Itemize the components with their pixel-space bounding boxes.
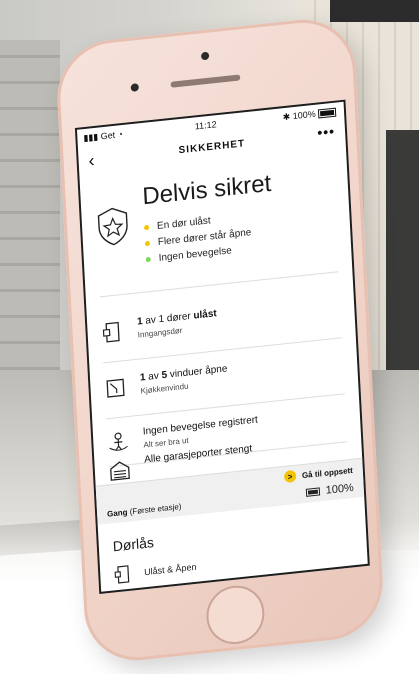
status-item-text: Ingen bevegelse registrert: [142, 414, 259, 438]
phone-screen: ▮▮▮ Get ◔ 11:12 ✱ 100% ‹ SIKKERHET ••• D…: [74, 99, 370, 595]
bluetooth-icon: ✱: [282, 111, 291, 123]
motion-icon: [109, 432, 128, 451]
divider: [99, 271, 339, 298]
goto-setup-button[interactable]: > Gå til oppsett: [283, 464, 353, 484]
shield-star-icon: [97, 207, 128, 246]
door-lock-icon: [114, 565, 130, 584]
status-item-doors[interactable]: 1 av 1 dører ulåst Inngangsdør: [101, 291, 342, 356]
carrier-label: ▮▮▮ Get ◔: [83, 129, 124, 144]
garage-icon: [110, 461, 130, 481]
window-icon: [106, 378, 125, 398]
security-status-title: Delvis sikret: [141, 169, 272, 211]
phone: ▮▮▮ Get ◔ 11:12 ✱ 100% ‹ SIKKERHET ••• D…: [54, 14, 386, 666]
lock-item-label: Ulåst & Åpen: [143, 561, 197, 578]
status-item-text: 1 av 5 vinduer åpne: [139, 363, 228, 384]
room-label: Gang (Første etasje): [106, 501, 182, 519]
summary-list: En dør ulåst Flere dører står åpne Ingen…: [143, 208, 253, 267]
signal-icon: ▮▮▮: [83, 131, 99, 144]
status-item-subtitle: Kjøkkenvindu: [140, 381, 189, 396]
status-time: 11:12: [194, 119, 217, 132]
status-battery: ✱ 100%: [282, 107, 337, 124]
battery-icon: [305, 487, 321, 497]
status-item-windows[interactable]: 1 av 5 vinduer åpne Kjøkkenvindu: [104, 347, 345, 412]
more-button[interactable]: •••: [317, 123, 335, 141]
wifi-icon: ◔: [117, 129, 124, 140]
status-item-text: 1 av 1 dører ulåst: [136, 308, 217, 328]
door-icon: [102, 321, 120, 343]
device-battery: 100%: [305, 482, 354, 499]
battery-icon: [317, 107, 337, 119]
status-dot: [144, 240, 151, 246]
status-item-subtitle: Inngangsdør: [137, 325, 183, 340]
status-dot: [145, 256, 151, 262]
section-title: Dørlås: [112, 534, 155, 555]
arrow-right-icon: >: [283, 469, 297, 484]
status-dot: [143, 224, 150, 230]
